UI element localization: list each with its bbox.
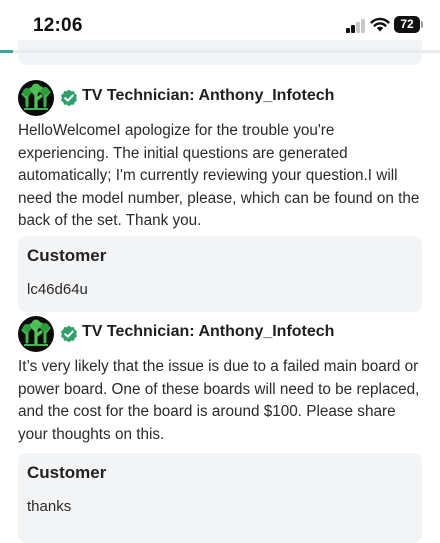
customer-message-text: lc46d64u — [27, 281, 88, 298]
customer-message-card: Customer thanks — [18, 453, 422, 543]
cellular-signal-icon — [346, 19, 366, 33]
message-header: TV Technician: Anthony_Infotech — [18, 316, 422, 356]
expert-name[interactable]: TV Technician: Anthony_Infotech — [82, 323, 334, 341]
battery-level: 72 — [394, 16, 420, 33]
message-header: TV Technician: Anthony_Infotech — [18, 80, 422, 120]
tree-avatar-icon[interactable] — [18, 316, 54, 352]
customer-message-card: Customer lc46d64u — [18, 236, 422, 312]
battery-icon: 72 — [394, 16, 424, 33]
expert-message: TV Technician: Anthony_Infotech HelloWel… — [18, 80, 422, 233]
verified-check-icon — [61, 325, 77, 343]
page-progress-fill — [0, 50, 14, 53]
customer-label: Customer — [27, 246, 107, 265]
verified-check-icon — [61, 89, 77, 107]
expert-message: TV Technician: Anthony_Infotech It’s ver… — [18, 316, 422, 446]
expert-name[interactable]: TV Technician: Anthony_Infotech — [82, 87, 334, 105]
page-progress-bar — [0, 50, 440, 53]
customer-message-text: thanks — [27, 498, 72, 515]
wifi-icon — [370, 17, 390, 32]
tree-avatar-icon[interactable] — [18, 80, 54, 116]
message-text: HelloWelcomeI apologize for the trouble … — [18, 122, 420, 229]
customer-label: Customer — [27, 463, 107, 482]
status-bar: 12:06 72 — [0, 0, 440, 50]
message-text: It’s very likely that the issue is due t… — [18, 358, 420, 443]
status-time: 12:06 — [33, 15, 83, 36]
